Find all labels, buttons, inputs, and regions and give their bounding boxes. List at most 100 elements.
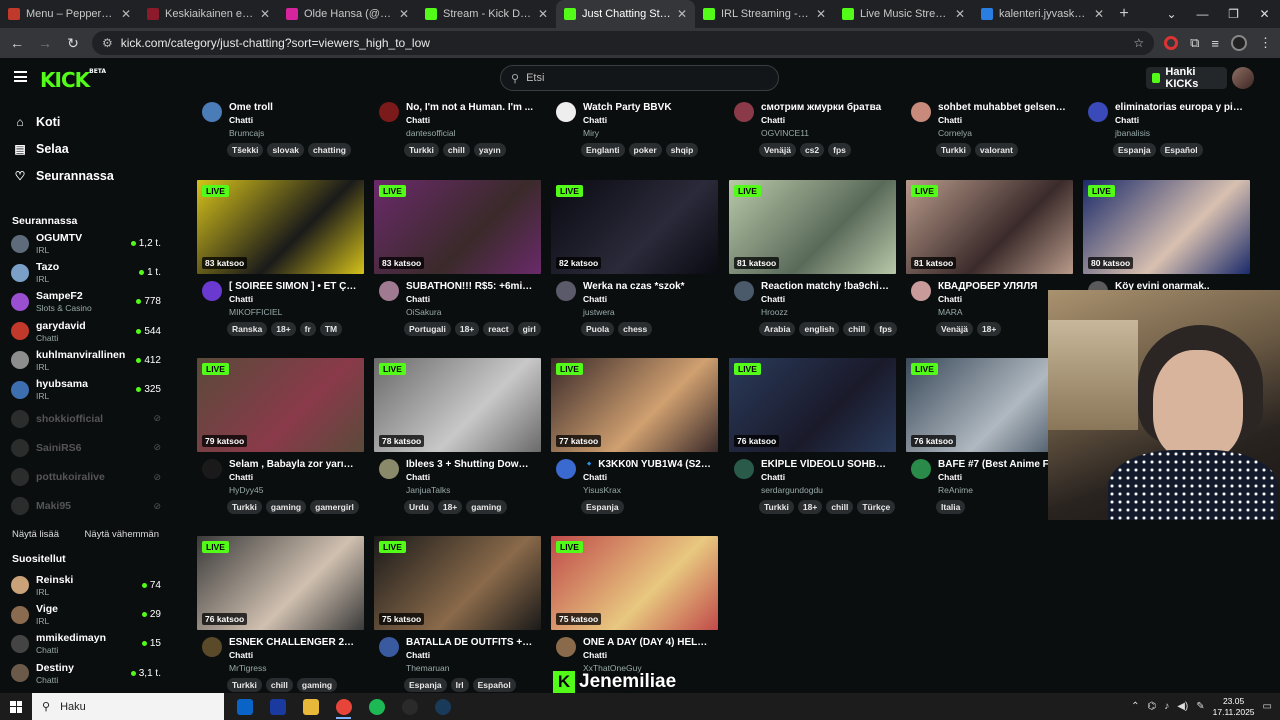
stream-tag[interactable]: Türkçe — [857, 500, 896, 514]
stream-category[interactable]: Chatti — [583, 294, 607, 304]
stream-tag[interactable]: chill — [265, 678, 293, 692]
stream-title[interactable]: Watch Party BBVK — [583, 102, 711, 113]
sidebar-channel[interactable]: SainiRS6 ⊘ — [0, 433, 175, 462]
stream-category[interactable]: Chatti — [229, 115, 253, 125]
stream-thumbnail[interactable]: LIVE 75 katsoo — [551, 536, 718, 630]
taskbar-app[interactable] — [327, 693, 360, 720]
streamer-name[interactable]: Themaruan — [406, 663, 449, 673]
reload-icon[interactable]: ↻ — [64, 35, 82, 52]
stream-category[interactable]: Chatti — [938, 472, 962, 482]
streamer-avatar[interactable] — [379, 459, 399, 479]
stream-tag[interactable]: react — [483, 322, 514, 336]
streamer-avatar[interactable] — [556, 102, 576, 122]
stream-card[interactable]: LIVE 79 katsoo Selam , Babayla zor yarışı.… — [197, 358, 364, 517]
stream-tag[interactable]: Turkki — [936, 143, 971, 157]
stream-tag[interactable]: gaming — [265, 500, 307, 514]
stream-card[interactable]: LIVE 83 katsoo SUBATHON!!! R$5: +6min... Ch… — [374, 180, 541, 339]
stream-category[interactable]: Chatti — [406, 115, 430, 125]
sidebar-channel[interactable]: Reinski IRL 74 — [0, 571, 175, 600]
stream-category[interactable]: Chatti — [229, 650, 253, 660]
sidebar-channel[interactable]: shokkiofficial ⊘ — [0, 404, 175, 433]
streamer-avatar[interactable] — [379, 637, 399, 657]
stream-title[interactable]: SUBATHON!!! R$5: +6min... — [406, 281, 534, 292]
stream-card[interactable]: LIVE 75 katsoo BATALLA DE OUTFITS + O... Ch… — [374, 536, 541, 693]
streamer-name[interactable]: HyDyy45 — [229, 485, 263, 495]
stream-thumbnail[interactable]: LIVE 81 katsoo — [729, 180, 896, 274]
browser-tab[interactable]: Menu – Peppersack Kohv ✕ — [0, 0, 139, 28]
streamer-avatar[interactable] — [911, 459, 931, 479]
opera-extension-icon[interactable] — [1164, 36, 1179, 50]
streamer-name[interactable]: MrTigress — [229, 663, 266, 673]
stream-thumbnail[interactable]: LIVE 79 katsoo — [197, 358, 364, 452]
stream-tag[interactable]: Italia — [936, 500, 966, 514]
stream-tag[interactable]: gaming — [296, 678, 338, 692]
streamer-name[interactable]: Hroozz — [761, 307, 788, 317]
streamer-name[interactable]: OGVINCE11 — [761, 128, 809, 138]
sidebar-channel[interactable]: Vige IRL 29 — [0, 600, 175, 629]
tab-close-icon[interactable]: ✕ — [816, 7, 826, 21]
streamer-name[interactable]: Cornelya — [938, 128, 972, 138]
streamer-avatar[interactable] — [556, 637, 576, 657]
taskbar-search[interactable]: ⚲ Haku — [32, 693, 224, 720]
stream-category[interactable]: Chatti — [229, 294, 253, 304]
sidebar-channel[interactable]: SampeF2 Slots & Casino 778 — [0, 287, 175, 316]
browser-tab[interactable]: Olde Hansa (@olde_hansa) ✕ — [278, 0, 417, 28]
stream-category[interactable]: Chatti — [229, 472, 253, 482]
mic-icon[interactable]: ♪ — [1164, 701, 1169, 712]
streamer-avatar[interactable] — [1088, 102, 1108, 122]
stream-category[interactable]: Chatti — [761, 115, 785, 125]
stream-tag[interactable]: valorant — [974, 143, 1018, 157]
stream-tag[interactable]: chill — [843, 322, 871, 336]
streamer-avatar[interactable] — [734, 459, 754, 479]
streamer-avatar[interactable] — [556, 281, 576, 301]
kick-logo[interactable]: KICKBETA — [40, 68, 106, 92]
stream-thumbnail[interactable]: LIVE 80 katsoo — [1083, 180, 1250, 274]
sidebar-channel[interactable]: pottukoiralive ⊘ — [0, 463, 175, 492]
close-window-icon[interactable]: ✕ — [1249, 0, 1280, 28]
stream-category[interactable]: Chatti — [583, 472, 607, 482]
sidebar-channel[interactable]: garydavid Chatti 544 — [0, 317, 175, 346]
stream-card[interactable]: LIVE 76 katsoo EKİPLE VİDEOLU SOHBET... Cha… — [729, 358, 896, 517]
stream-tag[interactable]: Venäjä — [936, 322, 973, 336]
new-tab-button[interactable]: + — [1112, 0, 1136, 28]
stream-title[interactable]: КВАДРОБЕР УЛЯЛЯ — [938, 281, 1066, 292]
stream-tag[interactable]: Arabia — [759, 322, 796, 336]
streamer-name[interactable]: Brumcajs — [229, 128, 264, 138]
stream-card[interactable]: Watch Party BBVK Chatti Miry Englanti poker s… — [551, 100, 718, 160]
volume-icon[interactable]: ◀) — [1177, 701, 1188, 712]
chevron-up-icon[interactable]: ⌃ — [1131, 701, 1139, 712]
back-icon[interactable]: ← — [8, 35, 26, 51]
streamer-name[interactable]: MARA — [938, 307, 963, 317]
stream-tag[interactable]: 18+ — [454, 322, 480, 336]
stream-card[interactable]: LIVE 75 katsoo ONE A DAY (DAY 4) HELP ... C… — [551, 536, 718, 693]
stream-title[interactable]: Reaction matchy !ba9chic... — [761, 281, 889, 292]
tab-close-icon[interactable]: ✕ — [1094, 7, 1104, 21]
browser-tab[interactable]: Live Music Streaming - Li ✕ — [834, 0, 973, 28]
stream-card[interactable]: LIVE 77 katsoo 🔹 K3KK0N YUB1W4 (S2) ... Cha… — [551, 358, 718, 517]
stream-thumbnail[interactable]: LIVE 75 katsoo — [374, 536, 541, 630]
stream-category[interactable]: Chatti — [583, 650, 607, 660]
chevron-down-icon[interactable]: ⌄ — [1156, 0, 1187, 28]
tab-close-icon[interactable]: ✕ — [955, 7, 965, 21]
stream-card[interactable]: смотрим жмурки братва Chatti OGVINCE11 Venä… — [729, 100, 896, 160]
stream-thumbnail[interactable]: LIVE 76 katsoo — [729, 358, 896, 452]
stream-title[interactable]: No, I'm not a Human. I'm ... — [406, 102, 534, 113]
stream-tag[interactable]: Ranska — [227, 322, 268, 336]
sidebar-channel[interactable]: Maki95 ⊘ — [0, 492, 175, 521]
streamer-avatar[interactable] — [379, 281, 399, 301]
stream-title[interactable]: [ SOIRÉE SIMON ] • ET ÇA... — [229, 281, 357, 292]
profile-icon[interactable] — [1231, 35, 1247, 51]
show-more-link[interactable]: Näytä lisää — [12, 529, 59, 541]
user-avatar[interactable] — [1232, 67, 1254, 89]
stream-title[interactable]: EKİPLE VİDEOLU SOHBET... — [761, 459, 889, 470]
stream-category[interactable]: Chatti — [406, 294, 430, 304]
streamer-avatar[interactable] — [202, 637, 222, 657]
stream-thumbnail[interactable]: LIVE 82 katsoo — [551, 180, 718, 274]
get-kicks-button[interactable]: Hanki KICKs — [1146, 66, 1227, 90]
stream-title[interactable]: Iblees 3 + Shutting Down ... — [406, 459, 534, 470]
taskbar-app[interactable] — [228, 693, 261, 720]
sidebar-channel[interactable]: Destiny Chatti 3,1 t. — [0, 658, 175, 687]
stream-card[interactable]: LIVE 78 katsoo Iblees 3 + Shutting Down ..… — [374, 358, 541, 517]
nav-item-seurannassa[interactable]: ♡ Seurannassa — [0, 162, 175, 189]
streamer-name[interactable]: YisusKrax — [583, 485, 621, 495]
